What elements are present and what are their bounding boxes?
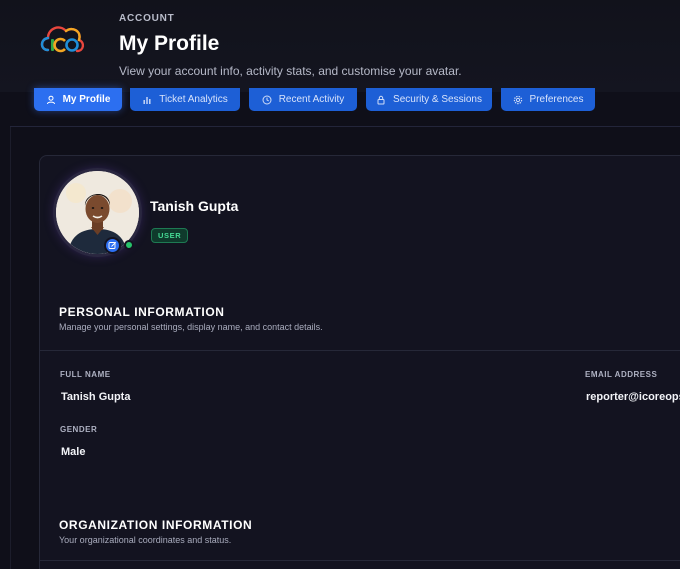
role-badge: USER [151,228,189,243]
tab-recent-activity[interactable]: Recent Activity [249,88,357,111]
online-status-dot [124,240,134,250]
tab-ticket-analytics[interactable]: Ticket Analytics [130,88,240,111]
tab-label: My Profile [62,94,111,105]
tab-preferences[interactable]: Preferences [501,88,595,111]
user-icon [46,95,55,104]
tab-label: Recent Activity [278,94,345,105]
profile-tabs: My Profile Ticket Analytics Recent Activ… [0,88,680,112]
lock-icon [377,95,385,104]
full-name-label: FULL NAME [60,370,111,379]
page-header: ACCOUNT My Profile View your account inf… [0,0,680,92]
profile-page: ACCOUNT My Profile View your account inf… [0,0,680,569]
email-label: EMAIL ADDRESS [585,370,658,379]
page-title: My Profile [119,32,220,55]
profile-name: Tanish Gupta [150,198,239,214]
section-divider [40,560,680,561]
tab-label: Preferences [529,94,584,105]
gear-icon [513,95,522,104]
panel-edge [10,127,11,569]
organization-info-title: ORGANIZATION INFORMATION [59,518,253,532]
brand-logo [40,26,85,53]
tab-label: Ticket Analytics [159,94,228,105]
email-value: reporter@icoreops.i [586,391,680,403]
gender-label: GENDER [60,425,98,434]
edit-icon [108,241,117,249]
tab-my-profile[interactable]: My Profile [34,88,122,111]
clock-icon [262,95,272,104]
personal-info-title: PERSONAL INFORMATION [59,305,225,319]
page-subtitle: View your account info, activity stats, … [119,64,462,78]
full-name-value: Tanish Gupta [61,391,131,403]
section-divider [40,350,680,351]
page-eyebrow: ACCOUNT [119,13,175,24]
edit-avatar-button[interactable] [104,237,121,254]
divider [10,126,680,127]
tab-label: Security & Sessions [393,94,482,105]
organization-info-description: Your organizational coordinates and stat… [59,535,232,545]
bar-chart-icon [143,96,151,104]
personal-info-description: Manage your personal settings, display n… [59,322,323,332]
gender-value: Male [61,446,86,458]
tab-security-sessions[interactable]: Security & Sessions [366,88,492,111]
